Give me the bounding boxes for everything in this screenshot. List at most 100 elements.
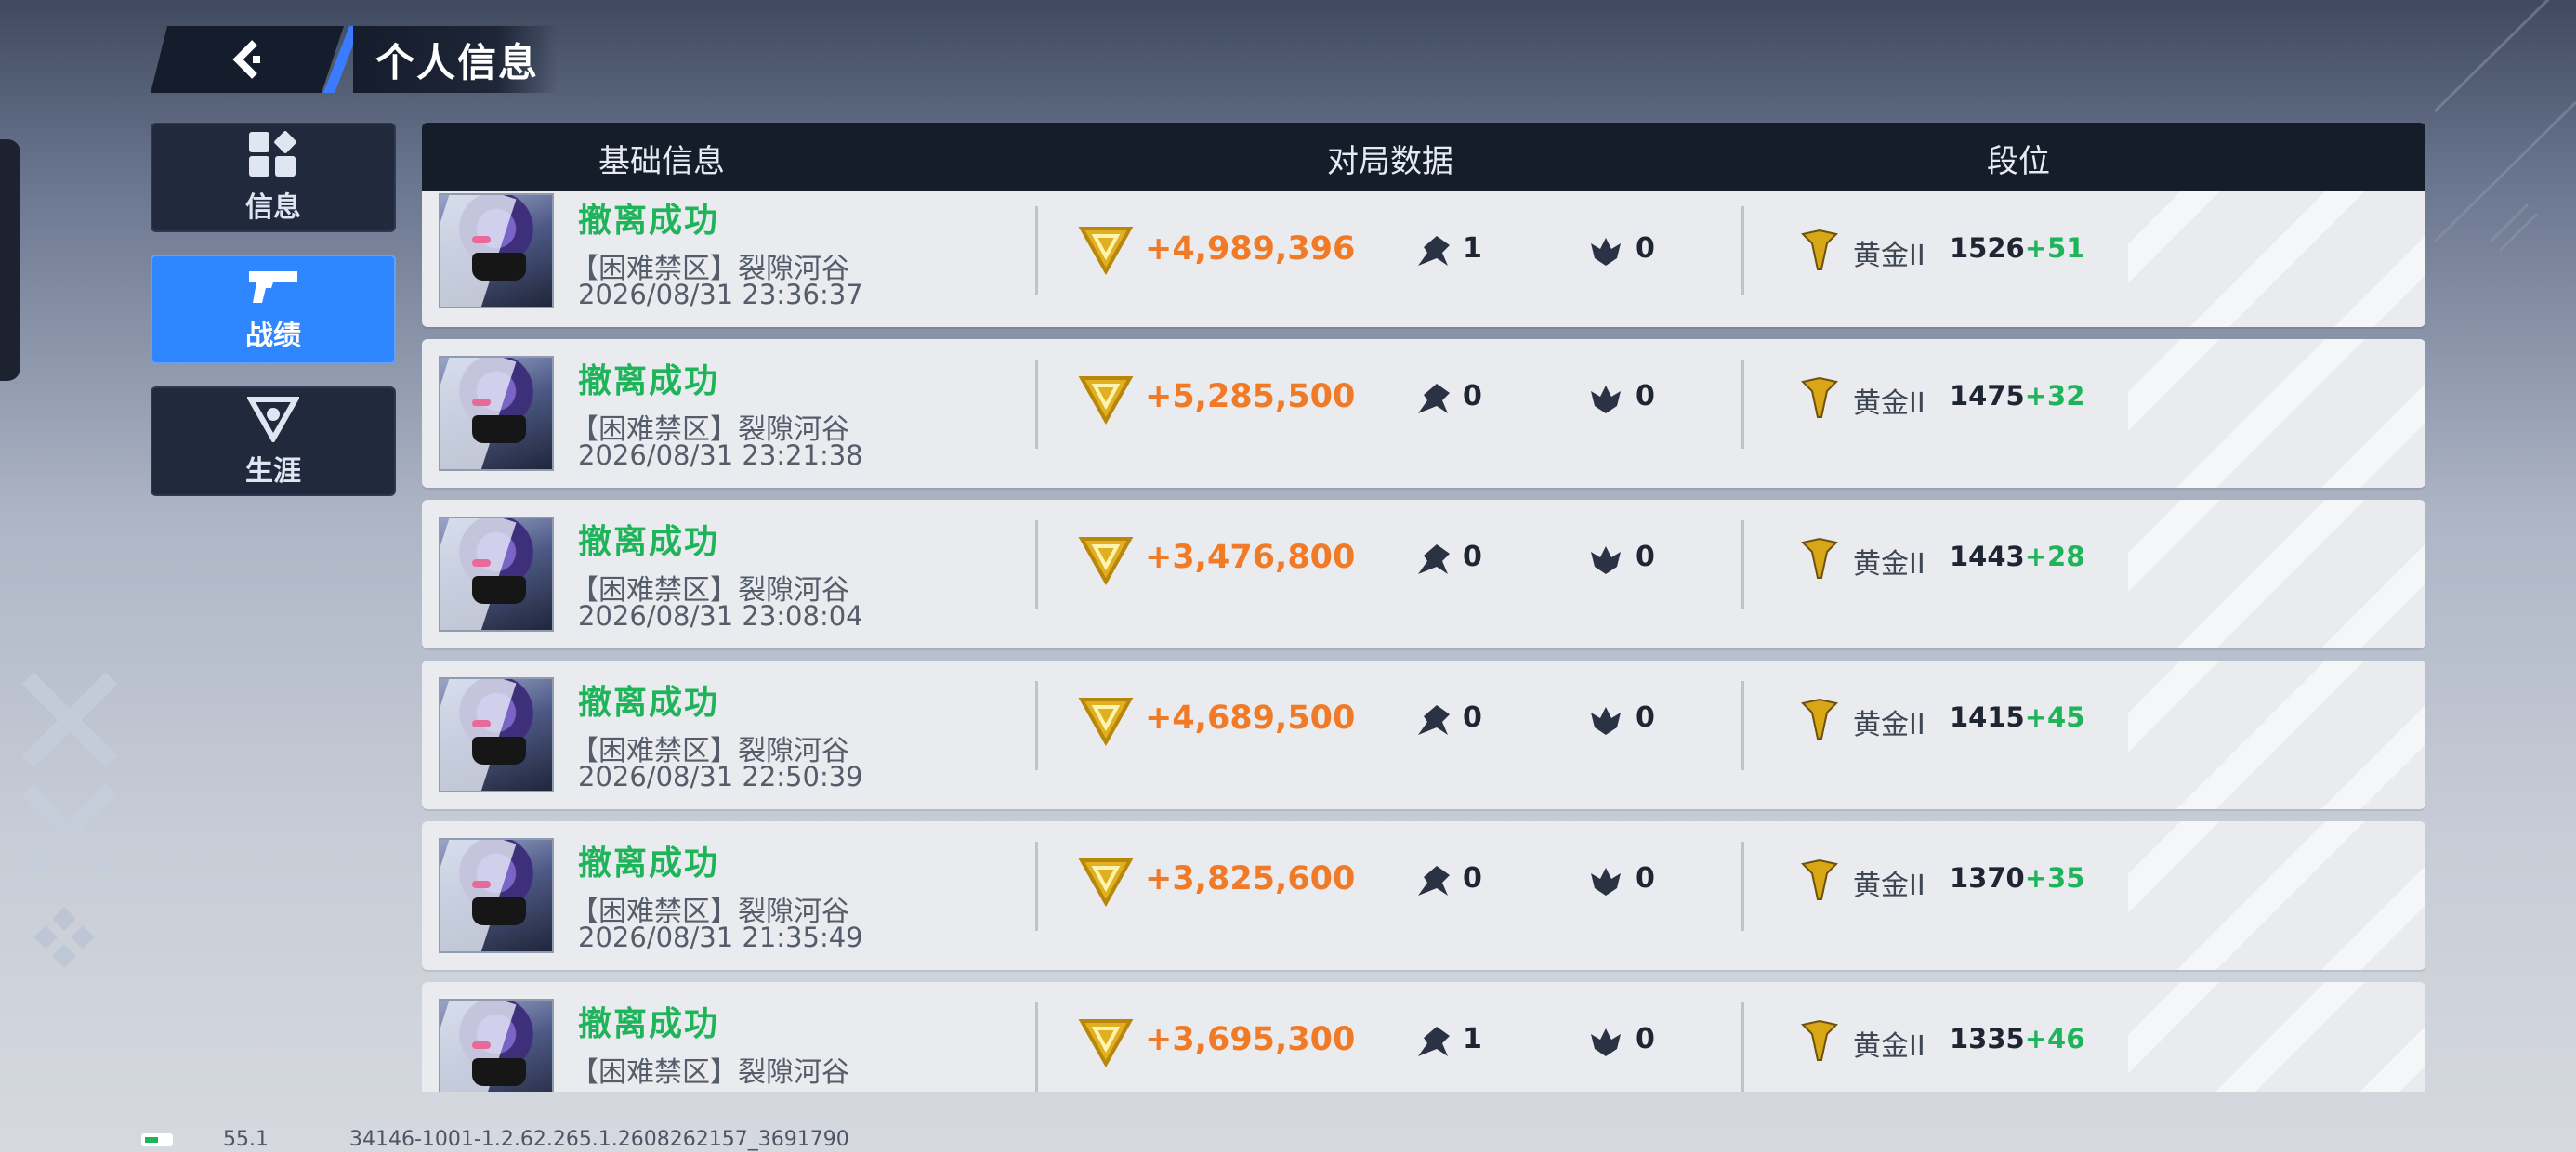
kill-icon [1418, 544, 1450, 574]
match-time: 2026/08/31 23:08:04 [578, 600, 863, 632]
row-decoration [2128, 339, 2425, 488]
divider [1741, 681, 1744, 770]
records-list: 撤离成功 【困难禁区】裂隙河谷 2026/08/31 23:36:37 +4,9… [422, 191, 2425, 1092]
table-row[interactable]: 撤离成功 【困难禁区】裂隙河谷 2026/08/31 21:35:49 +3,8… [422, 821, 2425, 970]
value-coin-icon [1078, 858, 1134, 907]
gold-rank-icon [1801, 537, 1838, 579]
records-panel: 基础信息 对局数据 段位 撤离成功 【困难禁区】裂隙河谷 2026/08/31 … [422, 123, 2425, 1092]
sidebar-item-label: 信息 [245, 191, 301, 224]
extraction-status: 撤离成功 [578, 844, 720, 883]
extraction-status: 撤离成功 [578, 684, 720, 722]
kill-count: 0 [1463, 380, 1482, 412]
row-decoration [2128, 661, 2425, 809]
kill-icon [1418, 384, 1450, 413]
sidebar-item-label: 战绩 [245, 320, 301, 352]
loot-value: +3,476,800 [1145, 539, 1356, 576]
value-coin-icon [1078, 1019, 1134, 1067]
match-time: 2026/08/31 21:35:49 [578, 922, 863, 953]
score-delta: +28 [2024, 541, 2085, 572]
score-delta: +46 [2024, 1023, 2085, 1054]
knockdown-icon [1591, 868, 1621, 896]
kill-count: 0 [1463, 701, 1482, 734]
rank-score: 1526+51 [1950, 232, 2085, 264]
knockdown-icon [1591, 707, 1621, 735]
sidebar: 信息 战绩 生涯 [151, 123, 396, 518]
table-row[interactable]: 撤离成功 【困难禁区】裂隙河谷 2026/08/31 23:36:37 +4,9… [422, 191, 2425, 327]
left-edge-handle [0, 139, 20, 381]
avatar [439, 999, 554, 1092]
avatar [439, 193, 554, 308]
back-button[interactable] [151, 26, 344, 93]
kill-icon [1418, 866, 1450, 896]
rank-score: 1475+32 [1950, 380, 2085, 412]
knockdown-count: 0 [1636, 232, 1655, 265]
divider [1741, 360, 1744, 449]
knockdown-count: 0 [1636, 380, 1655, 412]
knockdown-count: 0 [1636, 541, 1655, 573]
kill-count: 0 [1463, 541, 1482, 573]
extraction-status: 撤离成功 [578, 362, 720, 400]
divider [1035, 681, 1038, 770]
table-row[interactable]: 撤离成功 【困难禁区】裂隙河谷 +3,695,300 1 0 黄金II 1335… [422, 982, 2425, 1092]
value-coin-icon [1078, 227, 1134, 275]
divider [1741, 206, 1744, 295]
page-title: 个人信息 [375, 39, 540, 85]
gold-rank-icon [1801, 698, 1838, 740]
sidebar-item-career[interactable]: 生涯 [151, 386, 396, 496]
table-row[interactable]: 撤离成功 【困难禁区】裂隙河谷 2026/08/31 22:50:39 +4,6… [422, 661, 2425, 809]
divider [1741, 1002, 1744, 1092]
knockdown-count: 0 [1636, 1023, 1655, 1055]
kill-icon [1418, 236, 1450, 266]
knockdown-icon [1591, 238, 1621, 266]
table-row[interactable]: 撤离成功 【困难禁区】裂隙河谷 2026/08/31 23:21:38 +5,2… [422, 339, 2425, 488]
kill-count: 1 [1463, 1023, 1482, 1055]
rank-score: 1370+35 [1950, 862, 2085, 894]
top-bar: 个人信息 [151, 26, 558, 93]
knockdown-icon [1591, 386, 1621, 413]
rank-name: 黄金II [1853, 387, 1925, 420]
pistol-icon [249, 271, 297, 303]
divider [1035, 360, 1038, 449]
rank-name: 黄金II [1853, 548, 1925, 581]
sidebar-item-label: 生涯 [245, 455, 301, 488]
avatar [439, 677, 554, 792]
avatar [439, 517, 554, 632]
kill-icon [1418, 705, 1450, 735]
grid-icon [249, 131, 296, 177]
gold-rank-icon [1801, 229, 1838, 270]
avatar [439, 356, 554, 471]
score-delta: +35 [2024, 862, 2085, 894]
rank-score: 1443+28 [1950, 541, 2085, 572]
background-decoration [21, 672, 118, 968]
rank-name: 黄金II [1853, 709, 1925, 741]
kill-count: 1 [1463, 232, 1482, 265]
divider [1035, 1002, 1038, 1092]
knockdown-count: 0 [1636, 862, 1655, 895]
sidebar-item-records[interactable]: 战绩 [151, 255, 396, 364]
rank-name: 黄金II [1853, 870, 1925, 902]
rank-score: 1415+45 [1950, 701, 2085, 733]
match-time: 2026/08/31 23:21:38 [578, 439, 863, 471]
sidebar-item-info[interactable]: 信息 [151, 123, 396, 232]
kill-icon [1418, 1027, 1450, 1056]
loot-value: +4,989,396 [1145, 230, 1356, 268]
extraction-status: 撤离成功 [578, 1005, 720, 1043]
loot-value: +3,695,300 [1145, 1021, 1356, 1058]
extraction-status: 撤离成功 [578, 202, 720, 240]
career-icon [247, 397, 299, 442]
row-decoration [2128, 821, 2425, 970]
row-decoration [2128, 500, 2425, 648]
match-time: 2026/08/31 23:36:37 [578, 279, 863, 310]
knockdown-count: 0 [1636, 701, 1655, 734]
title-container: 个人信息 [353, 26, 558, 93]
divider [1035, 206, 1038, 295]
match-time: 2026/08/31 22:50:39 [578, 761, 863, 792]
background-stripes [2435, 0, 2576, 253]
rank-name: 黄金II [1853, 240, 1925, 272]
header-match-data: 对局数据 [1327, 143, 1453, 180]
value-coin-icon [1078, 376, 1134, 425]
status-bar: 55.1 34146-1001-1.2.62.265.1.2608262157_… [0, 1107, 2576, 1152]
gold-rank-icon [1801, 376, 1838, 418]
extraction-status: 撤离成功 [578, 523, 720, 561]
table-row[interactable]: 撤离成功 【困难禁区】裂隙河谷 2026/08/31 23:08:04 +3,4… [422, 500, 2425, 648]
